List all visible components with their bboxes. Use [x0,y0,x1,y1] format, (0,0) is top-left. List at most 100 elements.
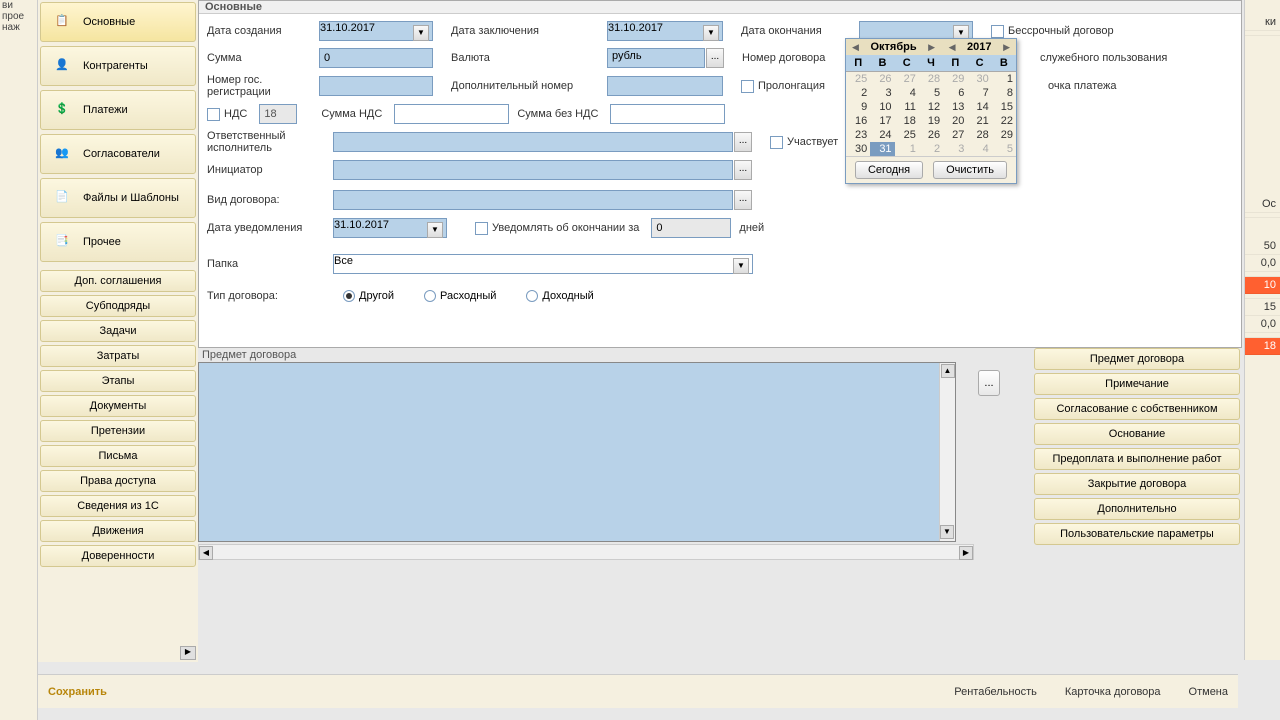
initiator-input[interactable] [333,160,733,180]
notify-end-checkbox[interactable] [475,222,488,235]
cal-day[interactable]: 11 [895,100,919,114]
sidebar-sub-9[interactable]: Сведения из 1С [40,495,196,517]
sidebar-sub-4[interactable]: Этапы [40,370,196,392]
cal-day[interactable]: 17 [870,114,894,128]
cal-day[interactable]: 24 [870,128,894,142]
nds-checkbox[interactable] [207,108,220,121]
right-btn-0[interactable]: Предмет договора [1034,348,1240,370]
cal-day[interactable]: 23 [846,128,870,142]
add-number-input[interactable] [607,76,723,96]
sidebar-sub-6[interactable]: Претензии [40,420,196,442]
right-btn-1[interactable]: Примечание [1034,373,1240,395]
responsible-input[interactable] [333,132,733,152]
subject-textarea[interactable]: ▲ ▼ [198,362,956,542]
scroll-right-icon[interactable]: ▶ [180,646,196,660]
cal-day[interactable]: 25 [846,72,870,86]
cal-day[interactable]: 29 [992,128,1016,142]
scroll-down-icon[interactable]: ▼ [940,525,954,539]
nds-without-input[interactable] [610,104,725,124]
sidebar-sub-7[interactable]: Письма [40,445,196,467]
right-btn-6[interactable]: Дополнительно [1034,498,1240,520]
clear-button[interactable]: Очистить [933,161,1007,179]
prev-year-icon[interactable]: ◀ [947,42,958,53]
cal-day[interactable]: 19 [919,114,943,128]
cal-day[interactable]: 29 [943,72,967,86]
cal-day[interactable]: 3 [943,142,967,156]
cal-day[interactable]: 4 [895,86,919,100]
cal-day[interactable]: 9 [846,100,870,114]
cal-day[interactable]: 26 [919,128,943,142]
notify-date-combo[interactable]: 31.10.2017 [333,218,447,238]
cal-day[interactable]: 10 [870,100,894,114]
cal-day[interactable]: 1 [895,142,919,156]
cal-day[interactable]: 8 [992,86,1016,100]
cal-day[interactable]: 31 [870,142,894,156]
cal-day[interactable]: 20 [943,114,967,128]
type-picker-button[interactable]: ... [734,190,752,210]
sidebar-item-4[interactable]: 📄Файлы и Шаблоны [40,178,196,218]
cal-day[interactable]: 4 [967,142,991,156]
cal-day[interactable]: 30 [846,142,870,156]
cal-day[interactable]: 16 [846,114,870,128]
nds-input[interactable] [259,104,297,124]
sidebar-sub-0[interactable]: Доп. соглашения [40,270,196,292]
cal-day[interactable]: 30 [967,72,991,86]
cal-day[interactable]: 28 [919,72,943,86]
cal-day[interactable]: 3 [870,86,894,100]
sidebar-sub-5[interactable]: Документы [40,395,196,417]
next-month-icon[interactable]: ▶ [926,42,937,53]
save-button[interactable]: Сохранить [48,686,107,698]
cal-day[interactable]: 13 [943,100,967,114]
scroll-left-icon[interactable]: ◀ [199,546,213,560]
cal-day[interactable]: 18 [895,114,919,128]
sidebar-sub-8[interactable]: Права доступа [40,470,196,492]
right-btn-3[interactable]: Основание [1034,423,1240,445]
cal-day[interactable]: 27 [895,72,919,86]
prev-month-icon[interactable]: ◀ [850,42,861,53]
sidebar-sub-11[interactable]: Доверенности [40,545,196,567]
prolong-checkbox[interactable] [741,80,754,93]
next-year-icon[interactable]: ▶ [1001,42,1012,53]
sidebar-item-2[interactable]: 💲Платежи [40,90,196,130]
folder-combo[interactable]: Все [333,254,753,274]
date-signed-combo[interactable]: 31.10.2017 [607,21,723,41]
sidebar-sub-3[interactable]: Затраты [40,345,196,367]
subject-picker-button[interactable]: ... [978,370,1000,396]
cal-day[interactable]: 22 [992,114,1016,128]
notify-days-input[interactable] [651,218,731,238]
sidebar-item-1[interactable]: 👤Контрагенты [40,46,196,86]
cal-day[interactable]: 26 [870,72,894,86]
responsible-picker-button[interactable]: ... [734,132,752,152]
cal-day[interactable]: 15 [992,100,1016,114]
sidebar-sub-10[interactable]: Движения [40,520,196,542]
cal-day[interactable]: 7 [967,86,991,100]
nds-sum-input[interactable] [394,104,509,124]
cal-day[interactable]: 21 [967,114,991,128]
reg-input[interactable] [319,76,433,96]
sidebar-item-0[interactable]: 📋Основные [40,2,196,42]
radio-other[interactable]: Другой [343,290,394,302]
scroll-right-icon[interactable]: ▶ [959,546,973,560]
sidebar-sub-2[interactable]: Задачи [40,320,196,342]
cal-day[interactable]: 5 [919,86,943,100]
sidebar-sub-1[interactable]: Субподряды [40,295,196,317]
scrollbar[interactable]: ▲ ▼ [939,363,955,541]
date-created-combo[interactable]: 31.10.2017 [319,21,433,41]
cal-day[interactable]: 25 [895,128,919,142]
currency-input[interactable]: рубль [607,48,705,68]
participates-checkbox[interactable] [770,136,783,149]
cancel-button[interactable]: Отмена [1189,686,1228,698]
cal-day[interactable]: 6 [943,86,967,100]
radio-income[interactable]: Доходный [526,290,593,302]
cal-day[interactable]: 27 [943,128,967,142]
cal-day[interactable]: 14 [967,100,991,114]
amount-input[interactable] [319,48,433,68]
right-btn-2[interactable]: Согласование с собственником [1034,398,1240,420]
type-input[interactable] [333,190,733,210]
right-btn-5[interactable]: Закрытие договора [1034,473,1240,495]
cal-day[interactable]: 2 [846,86,870,100]
initiator-picker-button[interactable]: ... [734,160,752,180]
today-button[interactable]: Сегодня [855,161,923,179]
cal-day[interactable]: 2 [919,142,943,156]
right-btn-7[interactable]: Пользовательские параметры [1034,523,1240,545]
